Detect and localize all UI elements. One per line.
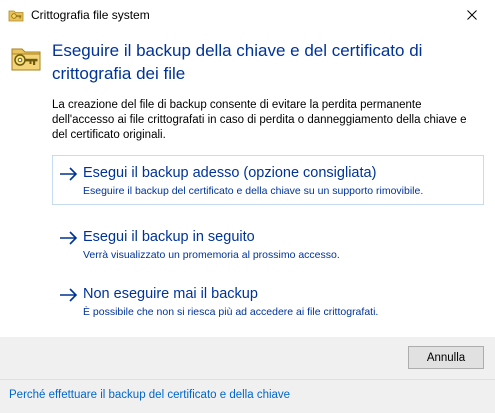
option-title: Non eseguire mai il backup bbox=[83, 286, 258, 302]
folder-key-icon bbox=[8, 7, 24, 23]
close-button[interactable] bbox=[449, 0, 495, 30]
page-title: Eseguire il backup della chiave e del ce… bbox=[52, 41, 423, 83]
backup-now-option[interactable]: Esegui il backup adesso (opzione consigl… bbox=[52, 155, 484, 205]
option-subtitle: È possibile che non si riesca più ad acc… bbox=[83, 306, 379, 318]
window-title: Crittografia file system bbox=[31, 8, 150, 22]
option-title: Esegui il backup adesso (opzione consigl… bbox=[83, 165, 377, 181]
close-icon bbox=[467, 10, 477, 20]
option-subtitle: Verrà visualizzato un promemoria al pros… bbox=[83, 249, 340, 261]
dialog-window: Crittografia file system Eseguire il bac… bbox=[0, 0, 495, 413]
backup-later-option[interactable]: Esegui il backup in seguito Verrà visual… bbox=[52, 219, 484, 269]
footer: Perché effettuare il backup del certific… bbox=[0, 380, 495, 413]
button-bar: Annulla bbox=[0, 337, 495, 379]
title-bar: Crittografia file system bbox=[0, 0, 495, 30]
help-link[interactable]: Perché effettuare il backup del certific… bbox=[9, 389, 290, 401]
description-text: La creazione del file di backup consente… bbox=[52, 99, 467, 141]
arrow-right-icon bbox=[60, 231, 78, 245]
option-title: Esegui il backup in seguito bbox=[83, 229, 255, 245]
option-subtitle: Eseguire il backup del certificato e del… bbox=[83, 185, 424, 197]
cancel-button[interactable]: Annulla bbox=[408, 346, 484, 369]
arrow-right-icon bbox=[60, 288, 78, 302]
never-backup-option[interactable]: Non eseguire mai il backup È possibile c… bbox=[52, 276, 484, 326]
arrow-right-icon bbox=[60, 167, 78, 181]
folder-key-icon bbox=[10, 42, 42, 74]
